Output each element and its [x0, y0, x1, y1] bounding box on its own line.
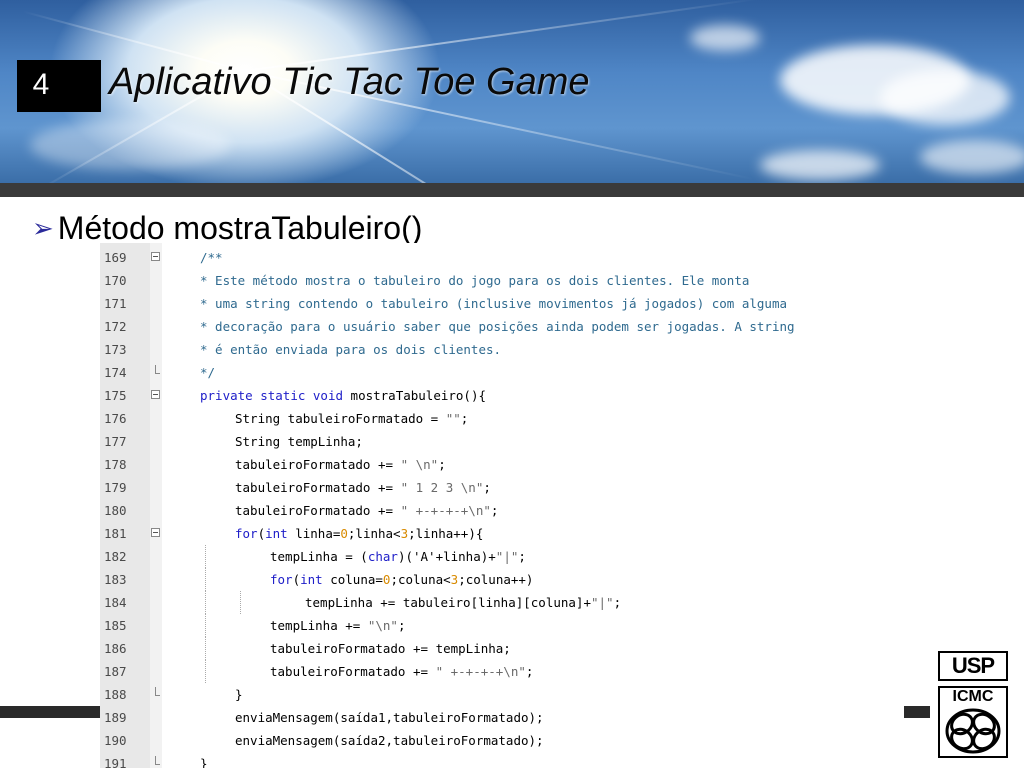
icmc-logo: ICMC — [938, 686, 1008, 758]
indent-guide — [205, 660, 207, 683]
code-text: * Este método mostra o tabuleiro do jogo… — [200, 273, 750, 288]
indent-guide — [205, 568, 207, 591]
fold-end-icon — [155, 756, 160, 765]
code-text: tempLinha = (char)('A'+linha)+"|"; — [270, 549, 526, 564]
footer-bar-right — [904, 706, 930, 718]
code-text: String tabuleiroFormatado = ""; — [235, 411, 469, 426]
code-text: for(int linha=0;linha<3;linha++){ — [235, 526, 484, 541]
code-line: 177 String tempLinha; — [100, 430, 920, 453]
indent-guide — [240, 591, 242, 614]
code-text: tabuleiroFormatado += " 1 2 3 \n"; — [235, 480, 491, 495]
fold-end-icon — [155, 365, 160, 374]
code-text: /** — [200, 250, 223, 265]
code-line: 190 enviaMensagem(saída2,tabuleiroFormata… — [100, 729, 920, 752]
code-line: 180 tabuleiroFormatado += " +-+-+-+\n"; — [100, 499, 920, 522]
line-number: 179 — [104, 480, 127, 495]
code-line: 189 enviaMensagem(saída1,tabuleiroFormata… — [100, 706, 920, 729]
code-line: 176 String tabuleiroFormatado = ""; — [100, 407, 920, 430]
code-text: tabuleiroFormatado += " +-+-+-+\n"; — [235, 503, 499, 518]
code-line: 182 tempLinha = (char)('A'+linha)+"|"; — [100, 545, 920, 568]
code-listing: 169 /** 170 * Este método mostra o tabuleir… — [100, 243, 920, 768]
line-number: 190 — [104, 733, 127, 748]
code-text: * decoração para o usuário saber que pos… — [200, 319, 795, 334]
code-text: private static void mostraTabuleiro(){ — [200, 388, 487, 403]
code-text: } — [235, 687, 243, 702]
fold-end-icon — [155, 687, 160, 696]
arrow-bullet-icon: ➢ — [32, 213, 54, 243]
line-number: 181 — [104, 526, 127, 541]
indent-guide — [205, 545, 207, 568]
code-line: 181 for(int linha=0;linha<3;linha++){ — [100, 522, 920, 545]
slide-number: 4 — [32, 68, 50, 101]
code-line: 174 */ — [100, 361, 920, 384]
code-line: 186 tabuleiroFormatado += tempLinha; — [100, 637, 920, 660]
code-line: 171 * uma string contendo o tabuleiro (in… — [100, 292, 920, 315]
code-text: */ — [200, 365, 216, 380]
code-line: 184 tempLinha += tabuleiro[linha][coluna]… — [100, 591, 920, 614]
code-text: * uma string contendo o tabuleiro (inclu… — [200, 296, 787, 311]
line-number: 174 — [104, 365, 127, 380]
line-number: 184 — [104, 595, 127, 610]
line-number: 173 — [104, 342, 127, 357]
bullet-text: Método mostraTabuleiro() — [57, 210, 423, 246]
icmc-knot-emblem — [945, 708, 1001, 754]
line-number: 178 — [104, 457, 127, 472]
line-number: 171 — [104, 296, 127, 311]
line-number: 188 — [104, 687, 127, 702]
code-line: 187 tabuleiroFormatado += " +-+-+-+\n"; — [100, 660, 920, 683]
line-number: 187 — [104, 664, 127, 679]
indent-guide — [205, 614, 207, 637]
icmc-logo-text: ICMC — [952, 688, 994, 705]
line-number: 183 — [104, 572, 127, 587]
code-text: tabuleiroFormatado += tempLinha; — [270, 641, 511, 656]
code-line: 172 * decoração para o usuário saber que … — [100, 315, 920, 338]
code-line: 188} — [100, 683, 920, 706]
usp-logo: USP — [938, 651, 1008, 681]
line-number: 180 — [104, 503, 127, 518]
fold-toggle-icon[interactable] — [151, 252, 160, 261]
line-number: 177 — [104, 434, 127, 449]
line-number: 186 — [104, 641, 127, 656]
slide-number-box: 4 — [17, 60, 101, 112]
code-text: tempLinha += tabuleiro[linha][coluna]+"|… — [305, 595, 622, 610]
code-line: 179 tabuleiroFormatado += " 1 2 3 \n"; — [100, 476, 920, 499]
code-text: for(int coluna=0;coluna<3;coluna++) — [270, 572, 534, 587]
line-number: 189 — [104, 710, 127, 725]
line-number: 176 — [104, 411, 127, 426]
line-number: 182 — [104, 549, 127, 564]
code-line: 170 * Este método mostra o tabuleiro do j… — [100, 269, 920, 292]
code-text: String tempLinha; — [235, 434, 363, 449]
code-text: tabuleiroFormatado += " \n"; — [235, 457, 446, 472]
code-text: * é então enviada para os dois clientes. — [200, 342, 502, 357]
code-text: tempLinha += "\n"; — [270, 618, 406, 633]
code-line: 178 tabuleiroFormatado += " \n"; — [100, 453, 920, 476]
code-text: enviaMensagem(saída2,tabuleiroFormatado)… — [235, 733, 544, 748]
line-number: 169 — [104, 250, 127, 265]
fold-toggle-icon[interactable] — [151, 528, 160, 537]
bullet-item: ➢ Método mostraTabuleiro() — [32, 210, 422, 247]
slide-title: Aplicativo Tic Tac Toe Game — [109, 61, 590, 103]
code-text: tabuleiroFormatado += " +-+-+-+\n"; — [270, 664, 534, 679]
header-divider — [0, 183, 1024, 197]
footer-bar-left — [0, 706, 100, 718]
code-line: 191} — [100, 752, 920, 768]
code-text: enviaMensagem(saída1,tabuleiroFormatado)… — [235, 710, 544, 725]
code-line: 169 /** — [100, 246, 920, 269]
indent-guide — [205, 637, 207, 660]
code-line: 185 tempLinha += "\n"; — [100, 614, 920, 637]
indent-guide — [205, 591, 207, 614]
code-line: 183 for(int coluna=0;coluna<3;coluna++) — [100, 568, 920, 591]
code-line: 175 private static void mostraTabuleiro()… — [100, 384, 920, 407]
line-number: 170 — [104, 273, 127, 288]
line-number: 185 — [104, 618, 127, 633]
line-number: 172 — [104, 319, 127, 334]
line-number: 175 — [104, 388, 127, 403]
line-number: 191 — [104, 756, 127, 768]
code-line: 173 * é então enviada para os dois client… — [100, 338, 920, 361]
fold-toggle-icon[interactable] — [151, 390, 160, 399]
code-text: } — [200, 756, 208, 768]
